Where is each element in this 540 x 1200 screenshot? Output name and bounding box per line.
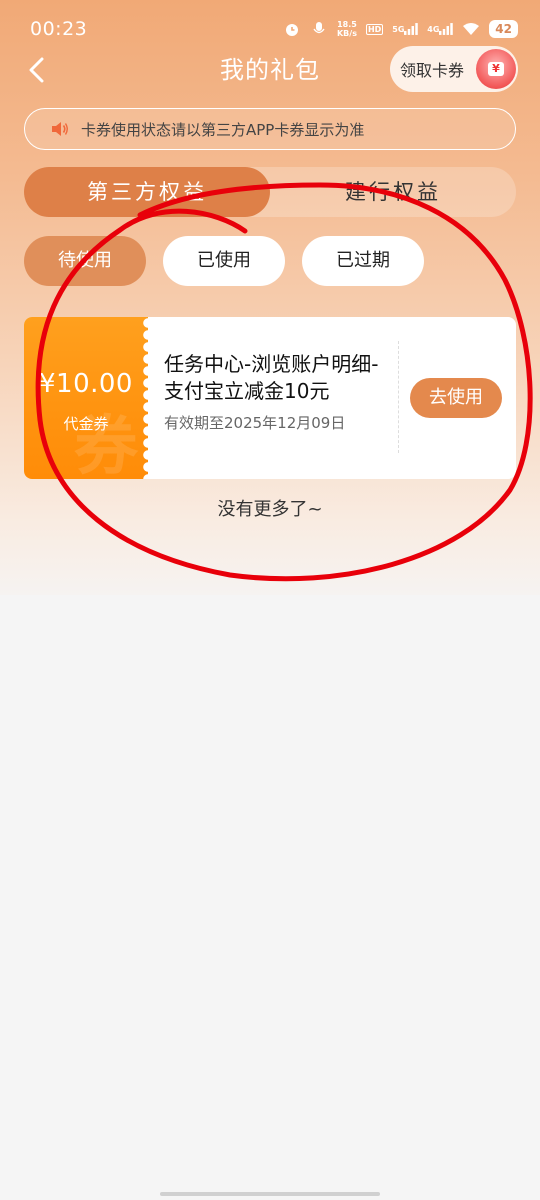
- coupon-amount: ¥10.00: [39, 369, 133, 399]
- speaker-icon: [52, 122, 68, 136]
- battery-indicator: 42: [489, 20, 518, 38]
- nav-bar: 我的礼包 领取卡券 ¥: [0, 46, 540, 94]
- subtab-used[interactable]: 已使用: [163, 236, 285, 286]
- mic-icon: [310, 20, 328, 38]
- status-icons: 18.5 KB/s HD 5G 4G 42: [283, 20, 518, 38]
- coupon-watermark: 券: [74, 410, 138, 479]
- signal-5g-label: 5G: [392, 24, 405, 34]
- coupon-title: 任务中心-浏览账户明细-支付宝立减金10元: [164, 352, 379, 403]
- status-time: 00:23: [30, 18, 88, 40]
- net-speed-value: 18.5: [337, 20, 357, 29]
- net-speed-unit: KB/s: [336, 29, 357, 38]
- tab-ccb-benefits[interactable]: 建行权益: [270, 167, 516, 217]
- use-coupon-button[interactable]: 去使用: [410, 378, 502, 418]
- main-tabs: 第三方权益 建行权益: [24, 167, 516, 217]
- coupon-divider: [398, 341, 399, 453]
- get-coupon-label: 领取卡券: [400, 61, 465, 80]
- list-end-text: 没有更多了~: [217, 499, 323, 520]
- subtab-expired[interactable]: 已过期: [302, 236, 424, 286]
- signal-4g-label: 4G: [427, 24, 440, 34]
- hd-icon: HD: [365, 23, 384, 35]
- signal-4g-icon: 4G: [427, 20, 454, 38]
- subtab-unused[interactable]: 待使用: [24, 236, 146, 286]
- coupon-expiry: 有效期至2025年12月09日: [164, 414, 346, 432]
- coupon-card: 券 ¥10.00 代金券 任务中心-浏览账户明细-支付宝立减金10元 有效期至2…: [24, 317, 516, 479]
- net-speed: 18.5 KB/s: [337, 20, 357, 38]
- coupon-value-panel: 券 ¥10.00 代金券: [24, 317, 154, 479]
- notice-text: 卡券使用状态请以第三方APP卡券显示为准: [81, 120, 365, 139]
- tab-third-party-benefits[interactable]: 第三方权益: [24, 167, 270, 217]
- get-coupon-button[interactable]: 领取卡券 ¥: [390, 46, 518, 92]
- alarm-icon: [283, 20, 301, 38]
- wifi-icon: [462, 20, 480, 38]
- notice-bar: 卡券使用状态请以第三方APP卡券显示为准: [24, 108, 516, 150]
- yuan-badge: ¥: [488, 62, 504, 76]
- signal-5g-icon: 5G: [392, 20, 419, 38]
- red-envelope-icon: ¥: [476, 49, 516, 89]
- home-indicator[interactable]: [160, 1192, 380, 1196]
- coupon-type: 代金券: [63, 415, 109, 433]
